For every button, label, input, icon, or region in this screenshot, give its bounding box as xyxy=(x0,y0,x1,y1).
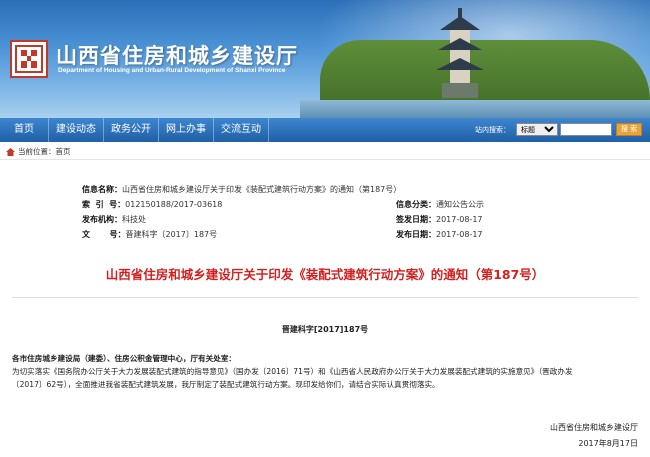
search-label: 站内搜索： xyxy=(475,125,510,134)
logo-emblem-icon xyxy=(15,45,43,73)
site-subtitle: Department of Housing and Urban-Rural De… xyxy=(58,67,286,74)
document-number: 晋建科字[2017]187号 xyxy=(281,325,369,334)
nav-item-news[interactable]: 建设动态 xyxy=(49,118,104,142)
home-icon xyxy=(6,147,15,156)
breadcrumb: 当前位置：首页 xyxy=(0,144,650,160)
breadcrumb-text: 当前位置：首页 xyxy=(18,147,71,156)
body-paragraph-line-2: 〔2017〕62号），全面推进我省装配式建筑发展，我厅制定了装配式建筑行动方案。… xyxy=(12,380,440,389)
body-paragraph-line-1: 为切实落实《国务院办公厅关于大力发展装配式建筑的指导意见》（国办发〔2016〕7… xyxy=(12,367,573,376)
search-button[interactable]: 搜 索 xyxy=(616,123,642,136)
nav-item-online-services[interactable]: 网上办事 xyxy=(159,118,214,142)
sign-date-label: 签发日期： xyxy=(396,215,436,224)
index-label: 索 引 号： xyxy=(82,200,126,209)
document-addressee: 各市住房城乡建设局（建委）、住房公积金管理中心，厅有关处室： xyxy=(12,354,237,363)
document-body: 各市住房城乡建设局（建委）、住房公积金管理中心，厅有关处室： 为切实落实《国务院… xyxy=(12,352,644,391)
index-value: 012150188/2017-03618 xyxy=(125,200,223,209)
doc-number-label: 文 号： xyxy=(82,230,126,239)
meta-row-publisher: 发布机构：科技处 签发日期：2017-08-17 xyxy=(82,212,552,227)
document-meta: 信息名称：山西省住房和城乡建设厅关于印发《装配式建筑行动方案》的通知（第187号… xyxy=(82,182,552,242)
info-name-value: 山西省住房和城乡建设厅关于印发《装配式建筑行动方案》的通知（第187号） xyxy=(122,185,402,194)
publisher-value: 科技处 xyxy=(122,215,146,224)
doc-number-value: 晋建科字〔2017〕187号 xyxy=(125,230,218,239)
pagoda-tower-image xyxy=(436,8,484,98)
sign-date-value: 2017-08-17 xyxy=(436,215,483,224)
signature-date: 2017年8月17日 xyxy=(578,439,638,448)
category-label: 信息分类： xyxy=(396,200,436,209)
nav-item-home[interactable]: 首页 xyxy=(0,118,49,142)
header-banner: 山西省住房和城乡建设厅 Department of Housing and Ur… xyxy=(0,0,650,118)
category-value: 通知公告公示 xyxy=(436,200,484,209)
meta-row-index: 索 引 号：012150188/2017-03618 信息分类：通知公告公示 xyxy=(82,197,552,212)
site-search: 站内搜索： 标题 搜 索 xyxy=(475,123,642,136)
site-logo[interactable] xyxy=(10,40,48,78)
title-divider xyxy=(12,297,638,298)
banner-water xyxy=(300,100,650,118)
meta-row-doc-number: 文 号：晋建科字〔2017〕187号 发布日期：2017-08-17 xyxy=(82,227,552,242)
document-title: 山西省住房和城乡建设厅关于印发《装配式建筑行动方案》的通知（第187号） xyxy=(105,267,545,282)
meta-row-info-name: 信息名称：山西省住房和城乡建设厅关于印发《装配式建筑行动方案》的通知（第187号… xyxy=(82,182,552,197)
search-input[interactable] xyxy=(560,123,612,136)
signer-name: 山西省住房和城乡建设厅 xyxy=(550,423,638,432)
document-signature: 山西省住房和城乡建设厅 2017年8月17日 xyxy=(550,420,638,452)
search-type-select[interactable]: 标题 xyxy=(516,123,558,136)
site-title: 山西省住房和城乡建设厅 xyxy=(56,44,298,68)
publisher-label: 发布机构： xyxy=(82,215,122,224)
nav-item-public-affairs[interactable]: 政务公开 xyxy=(104,118,159,142)
main-nav: 首页 建设动态 政务公开 网上办事 交流互动 站内搜索： 标题 搜 索 xyxy=(0,118,650,142)
info-name-label: 信息名称： xyxy=(82,185,122,194)
pub-date-label: 发布日期： xyxy=(396,230,436,239)
nav-item-interaction[interactable]: 交流互动 xyxy=(214,118,269,142)
pub-date-value: 2017-08-17 xyxy=(436,230,483,239)
